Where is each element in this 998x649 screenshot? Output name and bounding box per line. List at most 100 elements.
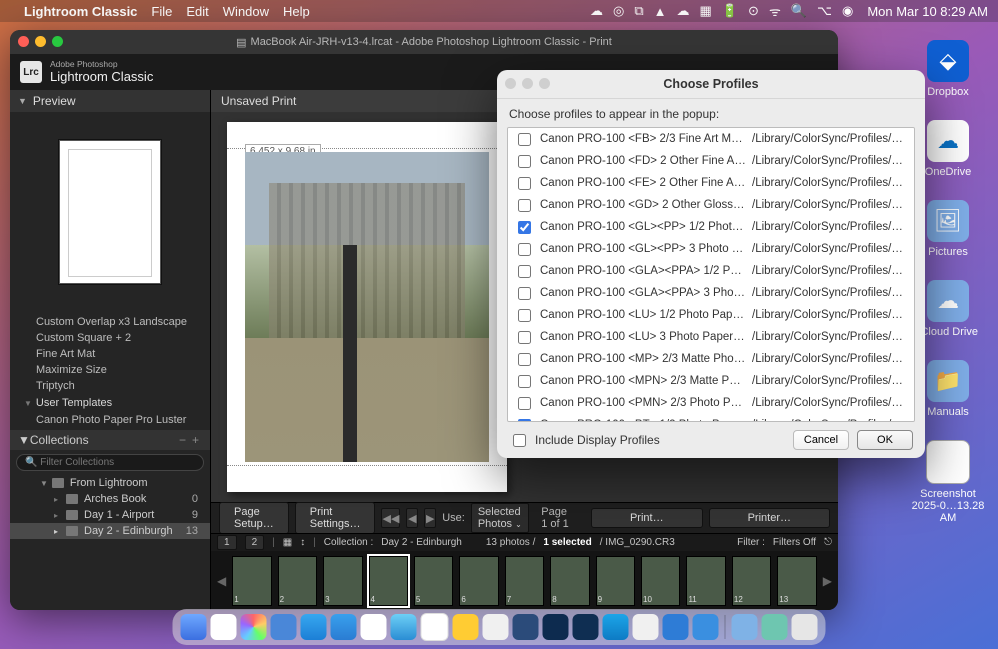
status-icon[interactable]: ▦ bbox=[700, 3, 712, 19]
profile-checkbox[interactable] bbox=[518, 397, 531, 410]
collection-item[interactable]: ▸ Day 1 - Airport9 bbox=[10, 507, 210, 523]
dialog-titlebar[interactable]: Choose Profiles bbox=[497, 70, 925, 99]
profile-checkbox[interactable] bbox=[518, 199, 531, 212]
ok-button[interactable]: OK bbox=[857, 430, 913, 450]
dock-app[interactable] bbox=[271, 614, 297, 640]
dock-app[interactable] bbox=[603, 614, 629, 640]
profile-checkbox[interactable] bbox=[518, 177, 531, 190]
menu-help[interactable]: Help bbox=[283, 4, 310, 19]
profile-checkbox[interactable] bbox=[518, 221, 531, 234]
window-layout-1[interactable]: 1 bbox=[217, 535, 237, 550]
thumbnail[interactable]: 9 bbox=[596, 556, 635, 606]
next-page-button[interactable]: ▶ bbox=[424, 508, 436, 528]
wifi-icon[interactable]: ᯤ bbox=[769, 2, 781, 20]
dock-app[interactable] bbox=[301, 614, 327, 640]
dock-app[interactable] bbox=[693, 614, 719, 640]
app-menu[interactable]: Lightroom Classic bbox=[24, 4, 137, 19]
dock-app[interactable] bbox=[543, 614, 569, 640]
search-icon[interactable]: 🔍 bbox=[791, 3, 807, 19]
dock-app[interactable] bbox=[513, 614, 539, 640]
prev-page-button[interactable]: ◀ bbox=[406, 508, 418, 528]
dock-app[interactable] bbox=[391, 614, 417, 640]
printer-button[interactable]: Printer… bbox=[709, 508, 830, 528]
window-titlebar[interactable]: ▤ MacBook Air-JRH-v13-4.lrcat - Adobe Ph… bbox=[10, 30, 838, 54]
template-group[interactable]: ▼User Templates bbox=[10, 394, 210, 412]
menu-edit[interactable]: Edit bbox=[186, 4, 208, 19]
dock-trash[interactable] bbox=[792, 614, 818, 640]
print-settings-button[interactable]: Print Settings… bbox=[295, 502, 376, 534]
thumbnail[interactable]: 12 bbox=[732, 556, 771, 606]
dock-app[interactable] bbox=[331, 614, 357, 640]
profile-checkbox[interactable] bbox=[518, 419, 531, 423]
dock-app[interactable] bbox=[241, 614, 267, 640]
template-item[interactable]: Canon Photo Paper Pro Luster bbox=[10, 412, 210, 428]
status-icon[interactable]: ☁ bbox=[677, 3, 690, 19]
dock-app[interactable] bbox=[762, 614, 788, 640]
dock-app[interactable] bbox=[633, 614, 659, 640]
siri-icon[interactable]: ◉ bbox=[842, 3, 853, 19]
cancel-button[interactable]: Cancel bbox=[793, 430, 849, 450]
include-display-profiles-checkbox[interactable]: Include Display Profiles bbox=[509, 431, 660, 450]
minus-button[interactable]: − bbox=[176, 433, 189, 447]
filter-lock-icon[interactable]: ⎋ bbox=[824, 537, 832, 548]
print-cell-photo[interactable] bbox=[245, 152, 489, 462]
profile-checkbox[interactable] bbox=[518, 375, 531, 388]
profile-row[interactable]: Canon PRO-100 <GD> 2 Other Glossy Paper … bbox=[508, 194, 914, 216]
print-button[interactable]: Print… bbox=[591, 508, 703, 528]
dock-app[interactable] bbox=[573, 614, 599, 640]
thumbnail[interactable]: 5 bbox=[414, 556, 453, 606]
collections-filter-input[interactable]: 🔍 Filter Collections bbox=[16, 454, 204, 471]
profile-row[interactable]: Canon PRO-100 <FD> 2 Other Fine Art Pape… bbox=[508, 150, 914, 172]
profile-checkbox[interactable] bbox=[518, 155, 531, 168]
template-item[interactable]: Custom Square + 2 bbox=[10, 330, 210, 346]
print-page[interactable]: 6.452 x 9.68 in bbox=[227, 122, 507, 492]
thumbnail[interactable]: 6 bbox=[459, 556, 498, 606]
collection-set[interactable]: ▼ From Lightroom bbox=[10, 475, 210, 491]
profile-checkbox[interactable] bbox=[518, 309, 531, 322]
profile-checkbox[interactable] bbox=[518, 353, 531, 366]
thumbnail[interactable]: 2 bbox=[278, 556, 317, 606]
profile-checkbox[interactable] bbox=[518, 287, 531, 300]
profile-checkbox[interactable] bbox=[518, 133, 531, 146]
dock-app[interactable] bbox=[181, 614, 207, 640]
thumbnail[interactable]: 3 bbox=[323, 556, 362, 606]
thumbnail[interactable]: 1 bbox=[232, 556, 271, 606]
template-item[interactable]: Triptych bbox=[10, 378, 210, 394]
window-controls[interactable] bbox=[18, 36, 63, 47]
profile-checkbox[interactable] bbox=[518, 243, 531, 256]
thumbnail[interactable]: 7 bbox=[505, 556, 544, 606]
profile-row[interactable]: Canon PRO-100 <LU> 3 Photo Paper Pro Lus… bbox=[508, 326, 914, 348]
plus-button[interactable]: + bbox=[189, 433, 202, 447]
status-icon[interactable]: ☁ bbox=[590, 3, 603, 19]
use-select[interactable]: Selected Photos ⌄ bbox=[471, 503, 529, 533]
dock-app[interactable] bbox=[663, 614, 689, 640]
dock-app[interactable] bbox=[421, 613, 449, 641]
profile-row[interactable]: Canon PRO-100 <GLA><PPA> 1/2 Photo Paper… bbox=[508, 260, 914, 282]
sort-icon[interactable]: ↕ bbox=[300, 537, 305, 548]
filmstrip[interactable]: ◀ 1 2 3 4 5 6 7 8 9 10 11 12 13 ▶ bbox=[211, 551, 838, 610]
filmstrip-next[interactable]: ▶ bbox=[823, 574, 832, 588]
dock-app[interactable] bbox=[361, 614, 387, 640]
status-icon[interactable]: ◎ bbox=[613, 3, 624, 19]
window-layout-2[interactable]: 2 bbox=[245, 535, 265, 550]
filmstrip-prev[interactable]: ◀ bbox=[217, 574, 226, 588]
battery-icon[interactable]: 🔋 bbox=[722, 3, 738, 19]
template-item[interactable]: Fine Art Mat bbox=[10, 346, 210, 362]
profile-row[interactable]: Canon PRO-100 <GLA><PPA> 3 Photo Paper P… bbox=[508, 282, 914, 304]
status-icon[interactable]: ⊙ bbox=[748, 3, 759, 19]
profile-row[interactable]: Canon PRO-100 <MP> 2/3 Matte Photo Paper… bbox=[508, 348, 914, 370]
collection-item[interactable]: ▸ Arches Book0 bbox=[10, 491, 210, 507]
grid-view-icon[interactable]: ▦ bbox=[283, 537, 292, 548]
template-item[interactable]: Maximize Size bbox=[10, 362, 210, 378]
thumbnail[interactable]: 8 bbox=[550, 556, 589, 606]
profile-row[interactable]: Canon PRO-100 <MPN> 2/3 Matte Photo Pape… bbox=[508, 370, 914, 392]
collection-item-selected[interactable]: ▸ Day 2 - Edinburgh13 bbox=[10, 523, 210, 539]
status-icon[interactable]: ▲ bbox=[654, 4, 667, 19]
filter-select[interactable]: Filters Off bbox=[773, 537, 816, 548]
profile-row[interactable]: Canon PRO-100 <FE> 2 Other Fine Art Pape… bbox=[508, 172, 914, 194]
profile-checkbox[interactable] bbox=[518, 265, 531, 278]
dock-app[interactable] bbox=[483, 614, 509, 640]
profile-row[interactable]: Canon PRO-100 <GL><PP> 1/2 Photo Paper P… bbox=[508, 216, 914, 238]
profile-row[interactable]: Canon PRO-100 <GL><PP> 3 Photo Paper Plu… bbox=[508, 238, 914, 260]
menu-file[interactable]: File bbox=[151, 4, 172, 19]
